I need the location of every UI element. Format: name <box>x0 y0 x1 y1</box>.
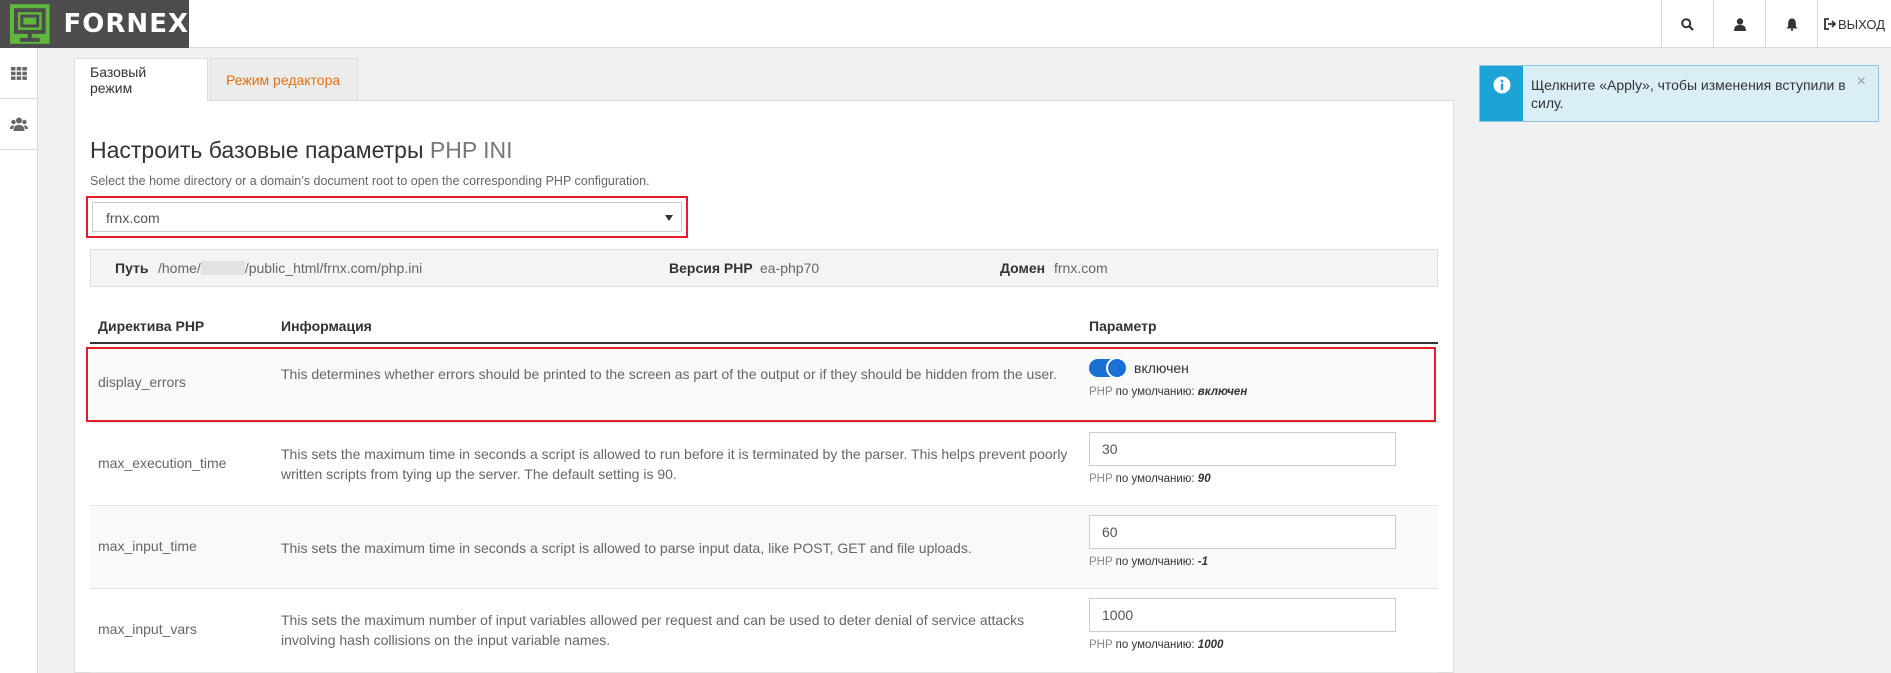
directive-info: This sets the maximum number of input va… <box>281 612 1025 648</box>
info-icon <box>1493 76 1510 94</box>
default-value: PHP по умолчанию: 90 <box>1089 473 1211 485</box>
max-execution-time-input[interactable]: 30 <box>1089 432 1396 466</box>
page-title: Настроить базовые параметры PHP INI <box>90 137 513 164</box>
param-cell: 30 PHP по умолчанию: 90 <box>1089 432 1396 485</box>
max-input-vars-input[interactable]: 1000 <box>1089 598 1396 632</box>
logout-label: ВЫХОД <box>1837 16 1886 32</box>
table-row: max_input_time This sets the maximum tim… <box>90 507 1438 589</box>
directive-name: max_input_time <box>98 538 197 554</box>
domain-select-value: frnx.com <box>106 210 160 226</box>
brand-logo[interactable]: FORNEX <box>0 0 189 48</box>
top-actions: ВЫХОД <box>1661 0 1891 48</box>
search-button[interactable] <box>1661 0 1713 48</box>
mode-tabs: Базовый режим Режим редактора <box>74 58 360 101</box>
search-icon <box>1681 17 1694 31</box>
default-value: PHP по умолчанию: 1000 <box>1089 639 1224 651</box>
param-cell: 1000 PHP по умолчанию: 1000 <box>1089 598 1396 651</box>
table-row: display_errors This determines whether e… <box>90 346 1438 423</box>
display-errors-toggle[interactable] <box>1089 357 1128 379</box>
directive-info: This determines whether errors should be… <box>281 366 1057 382</box>
tab-editor-mode[interactable]: Режим редактора <box>210 58 358 101</box>
directive-name: max_execution_time <box>98 455 227 471</box>
header-info: Информация <box>281 318 372 334</box>
directive-name: display_errors <box>98 374 186 390</box>
sign-out-icon <box>1824 18 1836 30</box>
alert-icon-strip <box>1480 66 1523 121</box>
domain-select[interactable]: frnx.com <box>92 202 682 232</box>
brand-name: FORNEX <box>63 9 189 39</box>
notifications-button[interactable] <box>1765 0 1817 48</box>
fornex-logo-icon <box>9 4 50 44</box>
directive-info: This sets the maximum time in seconds a … <box>281 540 972 556</box>
table-row: max_execution_time This sets the maximum… <box>90 424 1438 506</box>
version-value: ea-php70 <box>760 260 820 276</box>
top-bar: FORNEX ВЫХОД <box>0 0 1891 48</box>
default-value: PHP по умолчанию: включен <box>1089 386 1248 398</box>
close-icon[interactable]: × <box>1857 73 1866 91</box>
grid-icon <box>11 66 27 80</box>
directive-name: max_input_vars <box>98 621 197 637</box>
page-title-text: Настроить базовые параметры <box>90 137 424 163</box>
path-label: Путь <box>115 260 149 276</box>
page-title-suffix: PHP INI <box>429 137 513 163</box>
redacted-username <box>200 261 245 275</box>
caret-down-icon <box>665 215 673 221</box>
path-suffix: /public_html/frnx.com/php.ini <box>244 260 423 276</box>
max-input-time-input[interactable]: 60 <box>1089 515 1396 549</box>
param-cell: 60 PHP по умолчанию: -1 <box>1089 515 1396 568</box>
table-row: max_input_vars This sets the maximum num… <box>90 590 1438 673</box>
config-info-bar: Путь /home/ /public_html/frnx.com/php.ini… <box>90 249 1438 287</box>
table-header: Директива PHP Информация Параметр <box>90 312 1438 344</box>
path-prefix: /home/ <box>158 260 201 276</box>
tab-basic-mode[interactable]: Базовый режим <box>74 58 208 101</box>
param-cell: включен PHP по умолчанию: включен <box>1089 357 1248 398</box>
header-directive: Директива PHP <box>98 318 205 334</box>
directive-info: This sets the maximum time in seconds a … <box>281 446 1068 482</box>
domain-label: Домен <box>1000 260 1046 276</box>
user-button[interactable] <box>1713 0 1765 48</box>
help-text: Select the home directory or a domain’s … <box>90 174 650 188</box>
alert-text: Щелкните «Apply», чтобы изменения вступи… <box>1531 77 1846 111</box>
users-icon <box>10 117 28 131</box>
default-value: PHP по умолчанию: -1 <box>1089 556 1209 568</box>
version-label: Версия PHP <box>669 260 753 276</box>
path-value: /home/ /public_html/frnx.com/php.ini <box>158 260 422 276</box>
apply-alert: Щелкните «Apply», чтобы изменения вступи… <box>1479 65 1879 122</box>
toggle-label: включен <box>1134 360 1189 376</box>
header-param: Параметр <box>1089 318 1157 334</box>
rail-apps-button[interactable] <box>0 48 38 99</box>
rail-users-button[interactable] <box>0 99 38 150</box>
logout-button[interactable]: ВЫХОД <box>1817 0 1891 48</box>
left-rail <box>0 48 38 673</box>
highlight-selector: frnx.com <box>86 196 688 238</box>
domain-value: frnx.com <box>1054 260 1108 276</box>
bell-icon <box>1786 18 1797 31</box>
user-icon <box>1733 17 1746 31</box>
